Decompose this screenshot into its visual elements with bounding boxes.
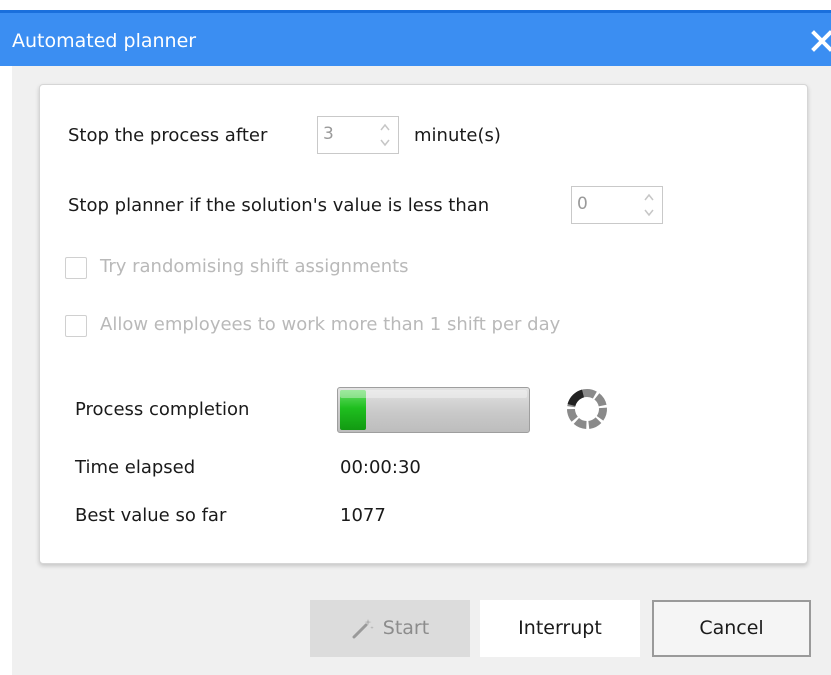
stop-after-minutes-stepper[interactable]: 3	[317, 116, 399, 154]
settings-panel: Stop the process after 3 minute(s) Stop …	[39, 84, 808, 564]
completion-label: Process completion	[75, 399, 250, 420]
dialog-body: Stop the process after 3 minute(s) Stop …	[12, 66, 831, 675]
window-top-edge	[0, 0, 831, 10]
stop-value-threshold-stepper[interactable]: 0	[571, 186, 663, 224]
stop-after-unit-label: minute(s)	[414, 125, 501, 146]
randomise-shifts-checkbox[interactable]	[65, 257, 87, 279]
stop-after-minutes-value: 3	[323, 124, 334, 144]
start-button[interactable]: Start	[310, 600, 470, 657]
time-elapsed-label: Time elapsed	[75, 457, 196, 478]
stop-after-label: Stop the process after	[68, 125, 268, 146]
close-icon[interactable]	[811, 30, 831, 52]
cancel-button[interactable]: Cancel	[652, 600, 811, 657]
randomise-shifts-label: Try randomising shift assignments	[100, 256, 409, 277]
start-button-label: Start	[382, 617, 430, 639]
title-bar[interactable]: Automated planner	[0, 10, 831, 66]
best-value-value: 1077	[340, 505, 386, 526]
cancel-button-label: Cancel	[699, 617, 764, 639]
completion-progress-bar	[337, 387, 530, 433]
best-value-label: Best value so far	[75, 505, 227, 526]
interrupt-button-label: Interrupt	[518, 617, 602, 639]
multiple-shifts-label: Allow employees to work more than 1 shif…	[100, 314, 561, 335]
magic-wand-icon	[351, 617, 375, 639]
stepper-arrows-icon[interactable]	[640, 189, 658, 221]
interrupt-button[interactable]: Interrupt	[480, 600, 640, 657]
time-elapsed-value: 00:00:30	[340, 457, 421, 478]
stop-value-label: Stop planner if the solution's value is …	[68, 195, 490, 216]
multiple-shifts-checkbox[interactable]	[65, 315, 87, 337]
stop-value-threshold-value: 0	[577, 194, 588, 214]
loading-spinner-icon	[564, 386, 610, 432]
window-title: Automated planner	[12, 30, 197, 52]
stepper-arrows-icon[interactable]	[376, 119, 394, 151]
